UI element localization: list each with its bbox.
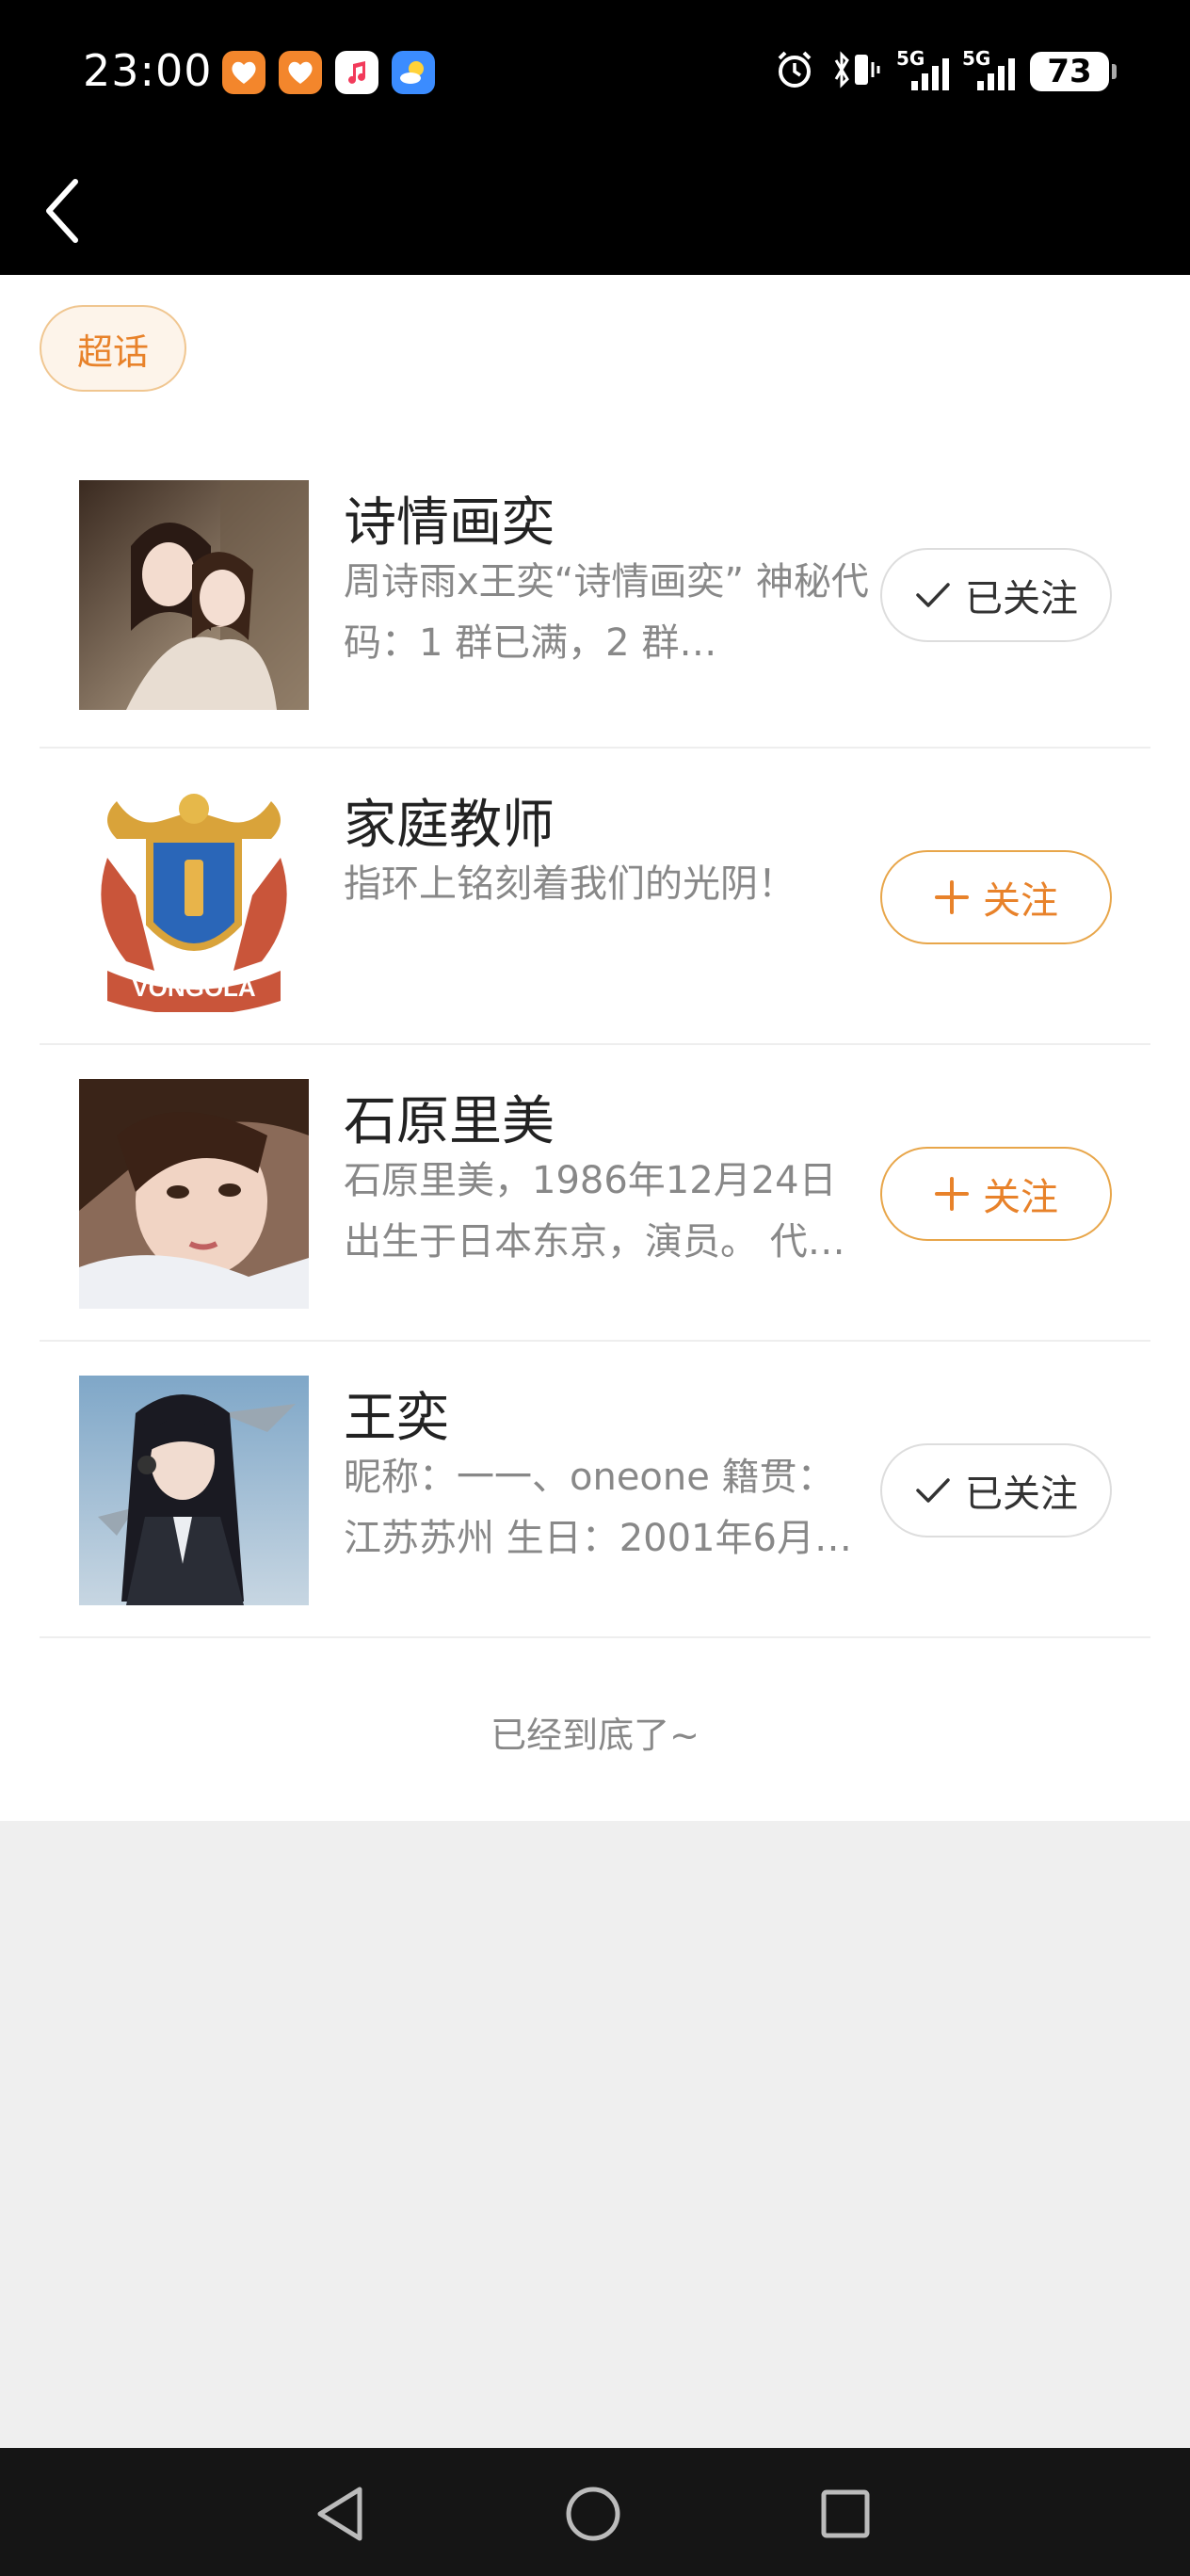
status-icons: 5G 5G 73 [774,47,1117,94]
triangle-back-icon [317,2487,362,2541]
follow-label: 关注 [983,1176,1058,1219]
status-bar: 23:00 5G 5G 73 [0,0,1190,151]
topic-thumbnail [79,480,309,710]
follow-button[interactable]: 关注 [880,850,1112,944]
nav-home-button[interactable] [555,2476,631,2552]
vongola-logo-text: VONGOLA [132,974,256,1002]
square-recents-icon [821,2489,870,2538]
topic-thumbnail [79,1376,309,1605]
system-navigation-bar [0,2448,1190,2576]
heart-app-icon [222,51,265,94]
back-button[interactable] [32,171,92,250]
topic-list: 诗情画奕 周诗雨x王奕“诗情画奕” 神秘代码：1 群已满，2 群… 已关注 VO… [40,452,1150,1638]
plus-icon [935,1177,969,1211]
battery-indicator: 73 [1030,52,1117,91]
signal-icon: 5G [962,47,1015,90]
nav-header [0,151,1190,275]
list-item[interactable]: 诗情画奕 周诗雨x王奕“诗情画奕” 神秘代码：1 群已满，2 群… 已关注 [40,452,1150,749]
signal-icon: 5G [896,47,949,90]
topic-description: 周诗雨x王奕“诗情画奕” 神秘代码：1 群已满，2 群… [344,560,869,665]
list-item[interactable]: 王奕 昵称：一一、oneone 籍贯：江苏苏州 生日：2001年6月6… 已关注 [40,1342,1150,1638]
nav-recents-button[interactable] [808,2476,883,2552]
main-content: 超话 诗情画奕 周诗雨x王奕“诗情画奕” 神秘代码：1 群已满，2 群… 已关注… [0,275,1190,1821]
status-time: 23:00 [83,45,213,96]
heart-app-icon [279,51,322,94]
topic-description: 石原里美，1986年12月24日出生于日本东京，演员。 代… [344,1159,845,1264]
weather-app-icon [392,51,435,94]
topic-description: 昵称：一一、oneone 籍贯：江苏苏州 生日：2001年6月6… [344,1456,835,1560]
check-icon [916,1478,950,1503]
topic-title: 石原里美 [344,1091,555,1152]
notification-icons [222,51,435,94]
list-item[interactable]: 石原里美 石原里美，1986年12月24日出生于日本东京，演员。 代… 关注 [40,1045,1150,1342]
follow-label: 关注 [983,879,1058,923]
follow-label: 已关注 [965,1473,1078,1516]
list-end-text: 已经到底了~ [490,1715,700,1756]
plus-icon [935,880,969,914]
followed-button[interactable]: 已关注 [880,548,1112,642]
follow-label: 已关注 [965,577,1078,620]
alarm-icon [774,49,815,94]
chevron-left-icon [46,179,78,243]
music-app-icon [335,51,378,94]
topic-title: 家庭教师 [344,795,555,856]
topic-title: 诗情画奕 [344,492,555,554]
topic-thumbnail [79,1079,309,1309]
check-icon [916,583,950,607]
circle-home-icon [566,2487,620,2541]
bluetooth-vibrate-icon [830,49,883,94]
followed-button[interactable]: 已关注 [880,1443,1112,1538]
topic-thumbnail: VONGOLA [79,782,309,1012]
list-item[interactable]: VONGOLA 家庭教师 指环上铭刻着我们的光阴！ 关注 [40,749,1150,1045]
follow-button[interactable]: 关注 [880,1147,1112,1241]
topic-title: 王奕 [344,1388,449,1449]
topic-description: 指环上铭刻着我们的光阴！ [344,862,796,906]
nav-back-button[interactable] [303,2476,378,2552]
tag-chip-supertopic[interactable]: 超话 [40,305,186,392]
